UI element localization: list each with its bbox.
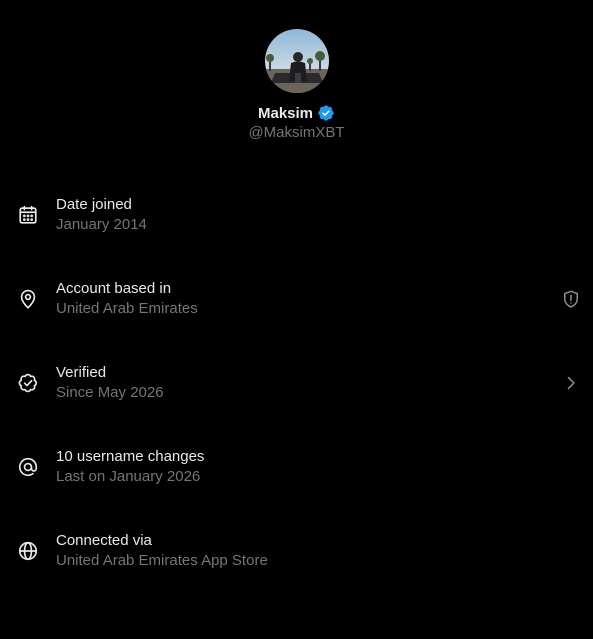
display-name: Maksim: [257, 104, 314, 122]
username-handle: @MaksimXBT: [248, 124, 345, 141]
row-subtitle: January 2014: [56, 216, 147, 233]
avatar[interactable]: [264, 29, 329, 93]
about-row-account-based-in: Account based in United Arab Emirates: [0, 272, 593, 356]
row-title: Connected via: [56, 532, 152, 549]
row-subtitle: United Arab Emirates: [56, 300, 198, 317]
shield-alert-icon[interactable]: [561, 289, 581, 309]
chevron-right-icon[interactable]: [561, 373, 581, 393]
location-pin-icon: [17, 288, 39, 310]
about-row-verified[interactable]: Verified Since May 2026: [0, 356, 593, 440]
globe-icon: [17, 540, 39, 562]
row-title: 10 username changes: [56, 448, 205, 465]
calendar-icon: [17, 204, 39, 226]
row-subtitle: Since May 2026: [56, 384, 164, 401]
row-subtitle: United Arab Emirates App Store: [56, 552, 268, 569]
verified-badge-icon: [317, 104, 335, 122]
row-title: Date joined: [56, 196, 132, 213]
row-title: Verified: [56, 364, 107, 381]
about-row-username-changes: 10 username changes Last on January 2026: [0, 440, 593, 524]
profile-header: Maksim @MaksimXBT: [0, 29, 593, 141]
row-title: Account based in: [56, 280, 172, 297]
about-row-date-joined: Date joined January 2014: [0, 188, 593, 272]
verified-check-icon: [17, 372, 39, 394]
about-row-connected-via: Connected via United Arab Emirates App S…: [0, 524, 593, 608]
row-subtitle: Last on January 2026: [56, 468, 201, 485]
at-sign-icon: [17, 456, 39, 478]
